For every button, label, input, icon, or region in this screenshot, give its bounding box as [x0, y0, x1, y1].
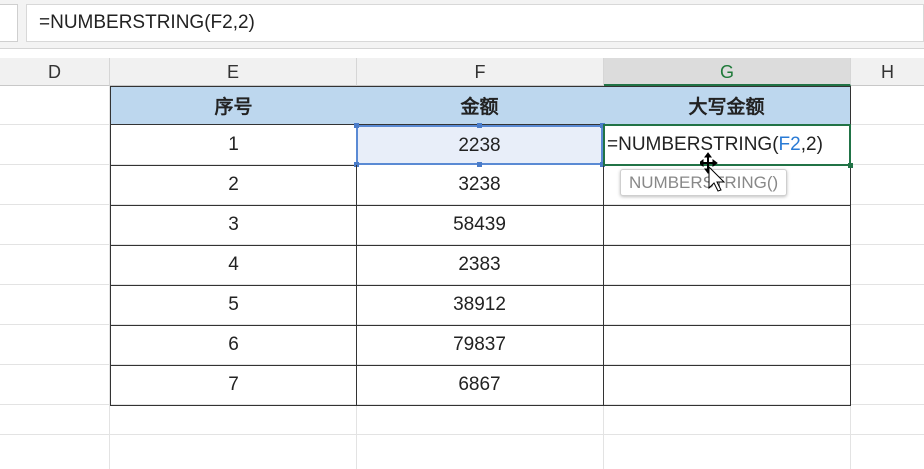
name-box[interactable] — [0, 4, 18, 42]
table-cell[interactable] — [603, 245, 851, 286]
formula-prefix: =NUMBERSTRING( — [607, 134, 779, 155]
table-cell[interactable]: 58439 — [356, 205, 604, 246]
formula-suffix: ,2) — [800, 134, 823, 155]
selection-handle[interactable] — [354, 123, 359, 128]
formula-input[interactable]: =NUMBERSTRING(F2,2) — [26, 4, 924, 42]
header-cell-index[interactable]: 序号 — [110, 86, 357, 125]
table-cell[interactable]: 3238 — [356, 165, 604, 206]
table-cell[interactable]: 2 — [110, 165, 357, 206]
selection-handle[interactable] — [477, 123, 482, 128]
table-cell[interactable]: 6 — [110, 325, 357, 366]
table-cell[interactable]: 4 — [110, 245, 357, 286]
table-cell[interactable]: 2238 — [356, 125, 603, 166]
header-cell-amount[interactable]: 金额 — [356, 86, 604, 125]
column-header-f[interactable]: F — [357, 58, 604, 86]
formula-cell-reference: F2 — [778, 134, 801, 155]
column-header-h[interactable]: H — [851, 58, 924, 86]
table-cell[interactable] — [603, 285, 851, 326]
table-cell[interactable]: 7 — [110, 365, 357, 406]
table-cell[interactable] — [603, 365, 851, 406]
column-header-d[interactable]: D — [0, 58, 110, 86]
header-cell-uppercase-amount[interactable]: 大写金额 — [603, 86, 851, 125]
column-header-e[interactable]: E — [110, 58, 357, 86]
table-cell[interactable]: 3 — [110, 205, 357, 246]
table-cell[interactable]: 6867 — [356, 365, 604, 406]
mouse-cursor-icon — [700, 152, 726, 192]
fill-handle[interactable] — [848, 163, 853, 168]
table-cell[interactable]: 2383 — [356, 245, 604, 286]
table-cell[interactable]: 38912 — [356, 285, 604, 326]
table-cell[interactable]: 5 — [110, 285, 357, 326]
column-header-g[interactable]: G — [604, 58, 851, 86]
table-cell[interactable] — [603, 205, 851, 246]
formula-bar: =NUMBERSTRING(F2,2) — [0, 0, 924, 49]
table-cell[interactable]: 79837 — [356, 325, 604, 366]
table-cell[interactable] — [603, 325, 851, 366]
table-cell[interactable]: 1 — [110, 125, 357, 166]
